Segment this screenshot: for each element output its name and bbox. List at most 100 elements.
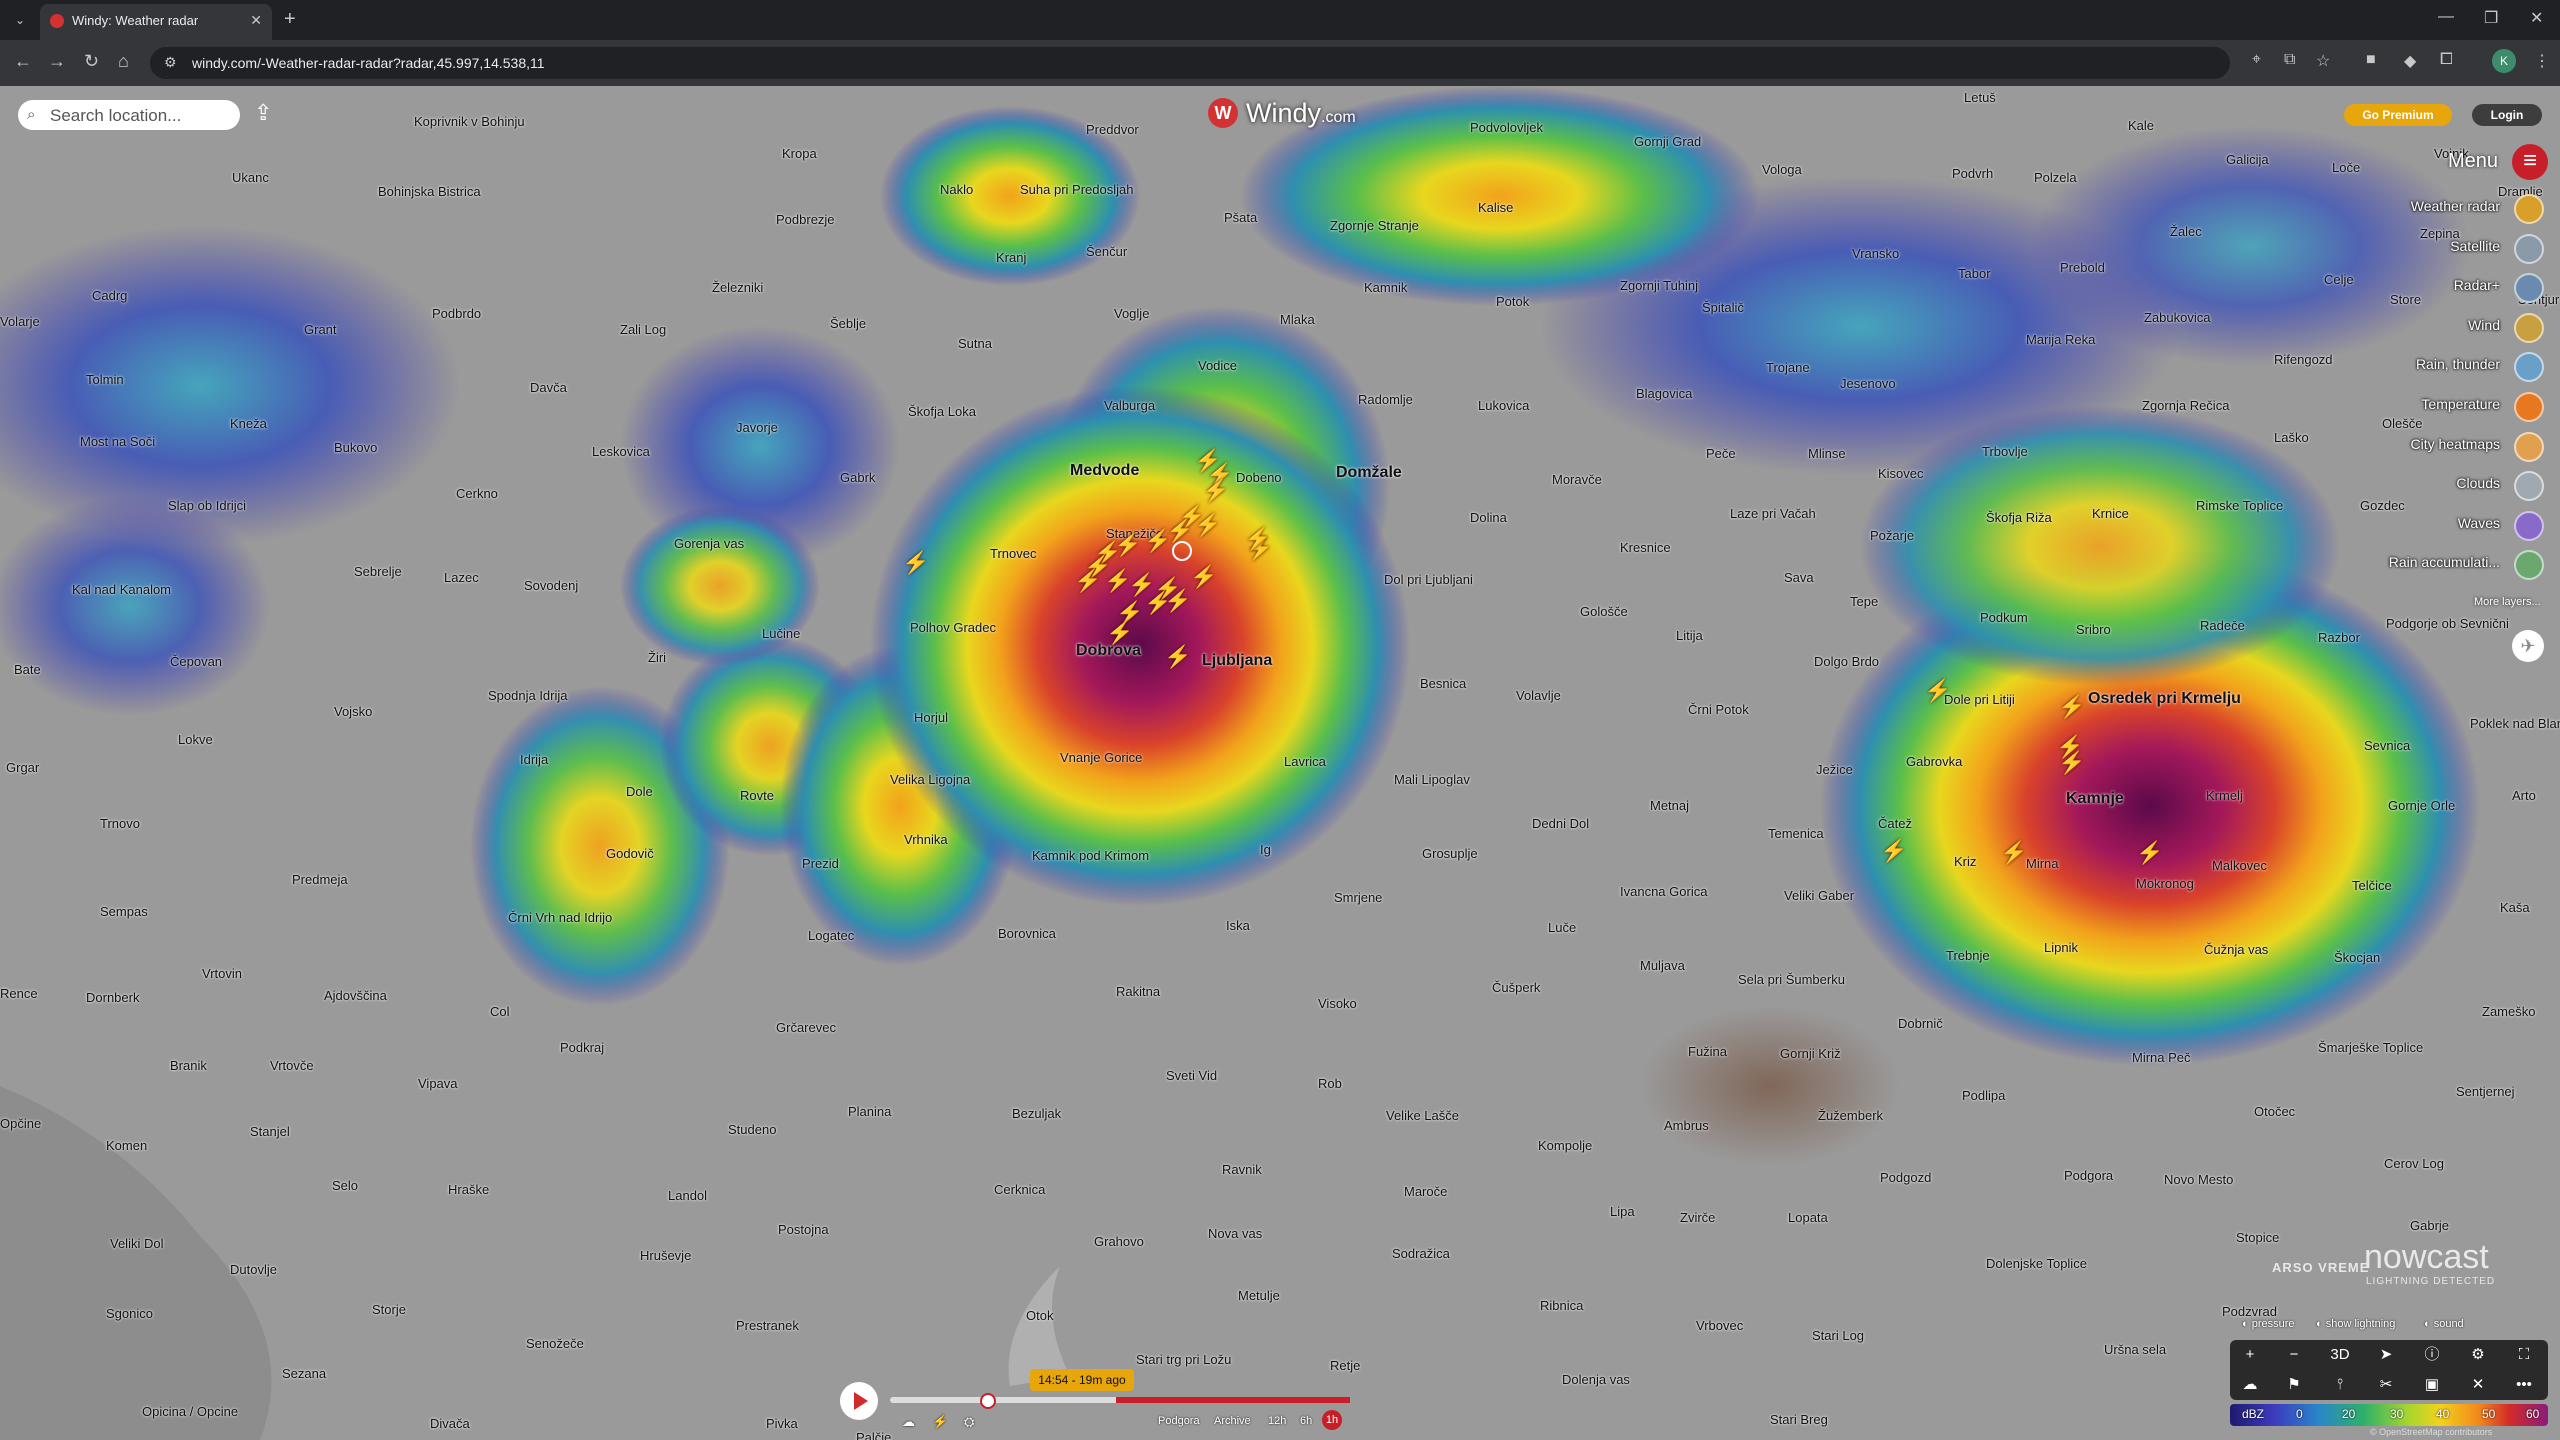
profile-avatar[interactable]: K (2492, 49, 2516, 73)
layer-item-radar[interactable]: Weather radar (2344, 192, 2544, 226)
place-label: Špitalič (1702, 300, 1744, 315)
speed-icon[interactable]: ⛭ (964, 1414, 974, 1430)
go-premium-button[interactable]: Go Premium (2344, 104, 2452, 126)
layer-item-wind[interactable]: Wind (2344, 311, 2544, 345)
address-bar[interactable]: ⚙ windy.com/-Weather-radar-radar?radar,4… (150, 47, 2230, 79)
place-label: Volavlje (1516, 688, 1561, 703)
3d-button[interactable]: 3D (2320, 1342, 2360, 1368)
more-tools-button[interactable]: ••• (2504, 1372, 2544, 1398)
zoom-out-button[interactable]: − (2274, 1342, 2314, 1368)
place-label: Veliki Dol (110, 1236, 164, 1251)
settings-icon[interactable]: ⚙ (2458, 1342, 2498, 1368)
login-button[interactable]: Login (2472, 104, 2542, 126)
lightning-toggle[interactable]: ◐ show lightning (2316, 1318, 2395, 1330)
range-archive[interactable]: Archive (1214, 1415, 1251, 1427)
place-label: Kale (2128, 118, 2155, 133)
flag-icon[interactable]: ⚑ (2274, 1372, 2314, 1398)
place-label: Tepe (1850, 594, 1879, 609)
place-label: Veliki Gaber (1784, 888, 1855, 903)
extension-icon[interactable]: ■ (2366, 51, 2376, 69)
install-app-icon[interactable]: ⧉ (2284, 51, 2295, 69)
map-attribution[interactable]: © OpenStreetMap contributors (2370, 1427, 2492, 1437)
place-label: Telčice (2352, 878, 2392, 893)
range-6h[interactable]: 6h (1300, 1415, 1312, 1427)
place-label: Rob (1318, 1076, 1342, 1091)
layer-item-radar-plus[interactable]: Radar+ (2344, 271, 2544, 305)
layer-item-satellite[interactable]: Satellite (2344, 232, 2544, 266)
restore-icon[interactable]: ❐ (2484, 8, 2498, 28)
legend-tick: 60 (2526, 1407, 2540, 1421)
browser-tab[interactable]: Windy: Weather radar ✕ (40, 4, 272, 40)
lightning-strike-icon: ⚡ (1194, 512, 1222, 537)
home-icon[interactable]: ⌂ (118, 51, 129, 72)
nowcast-provider: ARSO VREME (2272, 1260, 2370, 1275)
radar-tool-icon[interactable]: ☁ (2230, 1372, 2270, 1398)
close-tool-icon[interactable]: ✕ (2458, 1372, 2498, 1398)
place-label: Kamnik pod Krimom (1032, 848, 1150, 863)
forward-icon[interactable]: → (48, 51, 66, 72)
back-icon[interactable]: ← (14, 51, 32, 72)
place-label: Jesenovo (1840, 376, 1896, 391)
airplane-icon[interactable]: ✈ (2512, 630, 2544, 662)
play-button[interactable] (840, 1382, 878, 1420)
satellite-icon (2514, 233, 2544, 264)
place-label: Ribnica (1540, 1298, 1584, 1313)
extensions-puzzle-icon[interactable]: ⧠ (2440, 51, 2453, 69)
layer-item-heatmap[interactable]: City heatmaps (2344, 430, 2544, 464)
range-12h[interactable]: 12h (1268, 1415, 1286, 1427)
site-info-icon[interactable]: ⚙ (164, 54, 177, 71)
place-label: Komen (106, 1138, 148, 1153)
hamburger-menu-icon[interactable]: ≡ (2512, 144, 2548, 180)
place-label: Gološče (1580, 604, 1628, 619)
webcam-icon[interactable]: ▣ (2412, 1372, 2452, 1398)
tab-close-icon[interactable]: ✕ (250, 12, 262, 29)
place-label: Podgorje ob Sevnični (2386, 616, 2509, 631)
rewind-icon[interactable]: ☁ (902, 1414, 915, 1430)
place-label: Suha pri Predosljah (1020, 182, 1134, 197)
place-label: Trnovo (100, 816, 140, 831)
browser-menu-icon[interactable]: ⋮ (2534, 51, 2550, 71)
browser-tab-bar: ⌄ Windy: Weather radar ✕ + — ❐ ✕ (0, 0, 2560, 40)
pressure-toggle[interactable]: ◐ pressure (2242, 1318, 2295, 1330)
extension-icon-2[interactable]: ◆ (2404, 51, 2416, 71)
timeline-track[interactable] (890, 1397, 1350, 1403)
fullscreen-icon[interactable]: ⛶ (2504, 1342, 2544, 1368)
locate-icon[interactable]: ➤ (2366, 1342, 2406, 1368)
place-label: Ivancna Gorica (1620, 884, 1708, 899)
layer-item-waves[interactable]: Waves (2344, 509, 2544, 543)
layer-item-rain[interactable]: Rain, thunder (2344, 350, 2544, 384)
new-tab-button[interactable]: + (284, 8, 296, 31)
minimize-icon[interactable]: — (2438, 8, 2454, 26)
bookmark-star-icon[interactable]: ☆ (2316, 51, 2330, 71)
place-label: Gabrje (2410, 1218, 2450, 1233)
range-1h[interactable]: 1h (1322, 1410, 1342, 1430)
more-layers-link[interactable]: More layers... (2474, 596, 2541, 608)
place-label: Sezana (282, 1366, 327, 1381)
place-label: Studeno (728, 1122, 777, 1137)
timeline-handle[interactable] (979, 1393, 996, 1409)
layer-item-temperature[interactable]: Temperature (2344, 390, 2544, 424)
place-label: Stari Log (1812, 1328, 1865, 1343)
place-label: Dolenjske Toplice (1986, 1256, 2087, 1271)
layer-item-clouds[interactable]: Clouds (2344, 469, 2544, 503)
url-text[interactable]: windy.com/-Weather-radar-radar?radar,45.… (192, 55, 545, 71)
tools-icon[interactable]: ✂ (2366, 1372, 2406, 1398)
place-label: Horjul (914, 710, 948, 725)
place-label: Sempas (100, 904, 148, 919)
place-label: Storje (372, 1302, 406, 1317)
tab-list-button[interactable]: ⌄ (10, 10, 30, 30)
reload-icon[interactable]: ↻ (84, 51, 99, 72)
info-icon[interactable]: ⓘ (2412, 1342, 2452, 1368)
radar-map[interactable]: Kropa Preddvor Podvolovljek Gornji Grad Letu… (0, 86, 2560, 1440)
sound-toggle[interactable]: ◐ sound (2424, 1318, 2464, 1330)
share-icon[interactable]: ⇪ (254, 100, 272, 126)
pin-icon[interactable]: ⫯ (2320, 1372, 2360, 1398)
menu-label[interactable]: Menu (2448, 150, 2498, 173)
search-input[interactable] (48, 104, 232, 128)
search-box[interactable]: ⌕ (18, 100, 240, 130)
layer-item-rain-accumulation[interactable]: Rain accumulati... (2344, 548, 2544, 582)
zoom-in-button[interactable]: + (2230, 1342, 2270, 1368)
lightning-mode-icon[interactable]: ⚡ (932, 1414, 948, 1430)
location-icon[interactable]: ⌖ (2252, 51, 2261, 69)
close-window-icon[interactable]: ✕ (2530, 8, 2543, 28)
